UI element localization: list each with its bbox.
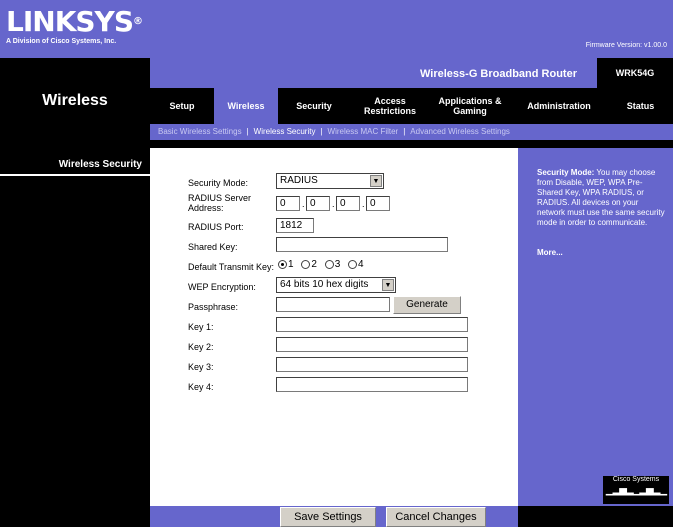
logo-subtitle: A Division of Cisco Systems, Inc. [6,38,117,45]
footer-right [518,506,673,527]
left-heading: Wireless Security [0,156,150,174]
radio-label: 2 [311,259,317,270]
help-heading: Security Mode: [537,168,595,177]
subtab-wireless-mac-filter[interactable]: Wireless MAC Filter [328,127,399,136]
subtab-separator: | [246,127,249,136]
tab-security[interactable]: Security [278,88,350,124]
radio-label: 3 [334,259,341,270]
tab-status[interactable]: Status [608,88,673,124]
linksys-logo: LINKSYS® [6,5,143,38]
tab-setup[interactable]: Setup [150,88,214,124]
radius-ip-octet-2[interactable] [306,196,330,211]
subtab-separator: | [320,127,323,136]
save-settings-button[interactable]: Save Settings [280,507,376,527]
radius-port-field[interactable] [276,218,314,233]
ip-dot: . [362,199,365,209]
transmit-key-radio-2[interactable] [301,259,311,269]
radius-ip-octet-4[interactable] [366,196,390,211]
key1-field[interactable] [276,317,468,332]
transmit-key-radio-1[interactable] [278,259,287,269]
key4-label: Key 4: [188,382,214,392]
sub-tabs: Basic Wireless Settings | Wireless Securit… [150,124,673,140]
tab-access-restrictions[interactable]: Access Restrictions [350,88,430,124]
chevron-down-icon: ▼ [382,279,394,291]
passphrase-label: Passphrase: [188,302,239,312]
key3-label: Key 3: [188,362,214,372]
tab-administration[interactable]: Administration [510,88,608,124]
radio-label: 4 [358,259,364,270]
wep-encryption-value: 64 bits 10 hex digits [280,279,369,290]
left-column [0,148,150,527]
radius-ip-octet-1[interactable] [276,196,300,211]
radio-label: 1 [288,259,294,270]
shared-key-field[interactable] [276,237,448,252]
shared-key-label: Shared Key: [188,242,238,252]
help-text: Security Mode: You may choose from Disab… [537,168,667,228]
key2-label: Key 2: [188,342,214,352]
main-tabs: Setup Wireless Security Access Restricti… [150,88,673,124]
key1-label: Key 1: [188,322,214,332]
wep-encryption-label: WEP Encryption: [188,282,256,292]
section-title: Wireless [42,92,108,109]
security-mode-value: RADIUS [280,175,318,186]
firmware-version: Firmware Version: v1.00.0 [585,42,667,49]
subtab-advanced-wireless-settings[interactable]: Advanced Wireless Settings [410,127,510,136]
transmit-key-radio-3[interactable] [324,259,334,269]
ip-dot: . [302,199,305,209]
security-mode-label: Security Mode: [188,178,249,188]
key4-field[interactable] [276,377,468,392]
tab-wireless[interactable]: Wireless [214,88,278,124]
model-number: WRK54G [597,58,673,88]
default-transmit-key-label: Default Transmit Key: [188,262,275,272]
passphrase-field[interactable] [276,297,390,312]
transmit-key-radio-4[interactable] [348,259,358,269]
cancel-changes-button[interactable]: Cancel Changes [386,507,486,527]
radius-port-label: RADIUS Port: [188,222,244,232]
product-strip [150,58,673,88]
subtab-separator: | [403,127,406,136]
generate-button[interactable]: Generate [393,296,461,314]
radius-server-label: RADIUS Server Address: [188,193,252,213]
product-name: Wireless-G Broadband Router [420,68,577,80]
ip-dot: . [332,199,335,209]
header-bar: LINKSYS® A Division of Cisco Systems, In… [0,0,673,58]
chevron-down-icon: ▼ [370,175,382,187]
footer-left [0,506,150,527]
transmit-key-radio-group: 1 2 3 4 [278,259,364,270]
more-link[interactable]: More... [537,248,563,257]
cisco-bars-icon: ▁▂▅▂▁▂▅▂▁ [605,485,667,496]
subtab-wireless-security[interactable]: Wireless Security [254,127,316,136]
cisco-systems-logo: Cisco Systems ▁▂▅▂▁▂▅▂▁ [603,476,669,504]
radius-ip-octet-3[interactable] [336,196,360,211]
subtab-basic-wireless-settings[interactable]: Basic Wireless Settings [158,127,242,136]
wep-encryption-select[interactable]: 64 bits 10 hex digits ▼ [276,277,396,293]
security-mode-select[interactable]: RADIUS ▼ [276,173,384,189]
left-divider [0,174,150,176]
cisco-logo-text: Cisco Systems [612,476,660,483]
key3-field[interactable] [276,357,468,372]
tab-applications-gaming[interactable]: Applications & Gaming [430,88,510,124]
key2-field[interactable] [276,337,468,352]
